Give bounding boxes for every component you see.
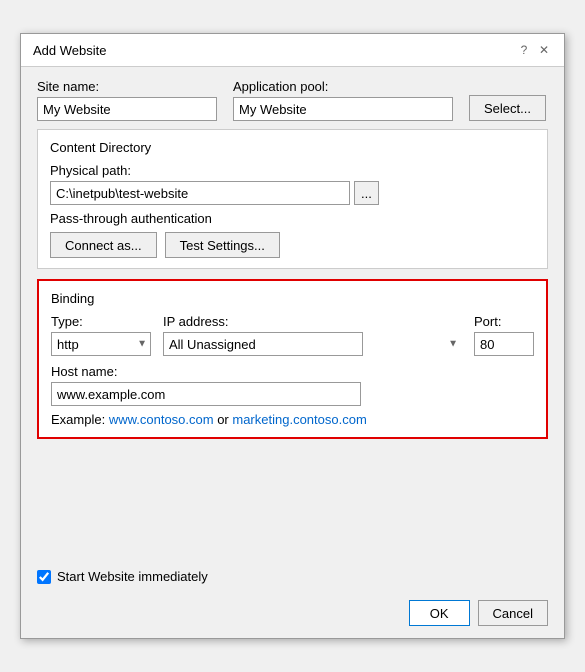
port-group: Port: <box>474 314 534 356</box>
title-bar-left: Add Website <box>33 43 106 58</box>
app-pool-label: Application pool: <box>233 79 453 94</box>
hostname-group: Host name: <box>51 364 534 406</box>
title-bar: Add Website ? ✕ <box>21 34 564 67</box>
content-directory-title: Content Directory <box>50 140 535 155</box>
type-select-wrap: http https ▼ <box>51 332 151 356</box>
dialog-body: Site name: Application pool: Select... C… <box>21 67 564 561</box>
example-link-1[interactable]: www.contoso.com <box>109 412 214 427</box>
footer-area: Start Website immediately <box>21 561 564 592</box>
site-name-label: Site name: <box>37 79 217 94</box>
dialog-title: Add Website <box>33 43 106 58</box>
select-btn-group: Select... <box>469 79 546 121</box>
browse-button[interactable]: ... <box>354 181 379 205</box>
ip-group: IP address: All Unassigned ▼ <box>163 314 462 356</box>
type-select[interactable]: http https <box>51 332 151 356</box>
site-app-row: Site name: Application pool: Select... <box>37 79 548 121</box>
start-website-checkbox[interactable] <box>37 570 51 584</box>
ip-select[interactable]: All Unassigned <box>163 332 363 356</box>
type-label: Type: <box>51 314 151 329</box>
content-directory-section: Content Directory Physical path: ... Pas… <box>37 129 548 269</box>
ip-address-label: IP address: <box>163 314 462 329</box>
help-button[interactable]: ? <box>516 42 532 58</box>
example-link-2[interactable]: marketing.contoso.com <box>232 412 366 427</box>
ok-button[interactable]: OK <box>409 600 470 626</box>
start-website-row: Start Website immediately <box>37 569 548 584</box>
auth-label: Pass-through authentication <box>50 211 535 226</box>
example-or: or <box>214 412 233 427</box>
close-button[interactable]: ✕ <box>536 42 552 58</box>
add-website-dialog: Add Website ? ✕ Site name: Application p… <box>20 33 565 639</box>
type-group: Type: http https ▼ <box>51 314 151 356</box>
dialog-buttons: OK Cancel <box>21 592 564 638</box>
auth-button-row: Connect as... Test Settings... <box>50 232 535 258</box>
connect-as-button[interactable]: Connect as... <box>50 232 157 258</box>
app-pool-input[interactable] <box>233 97 453 121</box>
binding-title: Binding <box>51 291 534 306</box>
start-website-label: Start Website immediately <box>57 569 208 584</box>
ip-select-wrap: All Unassigned ▼ <box>163 332 462 356</box>
hostname-label: Host name: <box>51 364 534 379</box>
cancel-button[interactable]: Cancel <box>478 600 548 626</box>
app-pool-group: Application pool: <box>233 79 453 121</box>
binding-row1: Type: http https ▼ IP address: All U <box>51 314 534 356</box>
site-name-input[interactable] <box>37 97 217 121</box>
select-app-pool-button[interactable]: Select... <box>469 95 546 121</box>
empty-space <box>37 449 548 549</box>
binding-section: Binding Type: http https ▼ IP address: <box>37 279 548 439</box>
example-prefix: Example: <box>51 412 109 427</box>
physical-path-label: Physical path: <box>50 163 131 178</box>
physical-path-input[interactable] <box>50 181 350 205</box>
hostname-input[interactable] <box>51 382 361 406</box>
example-row: Example: www.contoso.com or marketing.co… <box>51 412 534 427</box>
test-settings-button[interactable]: Test Settings... <box>165 232 280 258</box>
site-name-group: Site name: <box>37 79 217 121</box>
physical-path-row: ... <box>50 181 535 205</box>
ip-select-arrow-icon: ▼ <box>448 339 458 350</box>
port-label: Port: <box>474 314 534 329</box>
port-input[interactable] <box>474 332 534 356</box>
title-bar-controls: ? ✕ <box>516 42 552 58</box>
